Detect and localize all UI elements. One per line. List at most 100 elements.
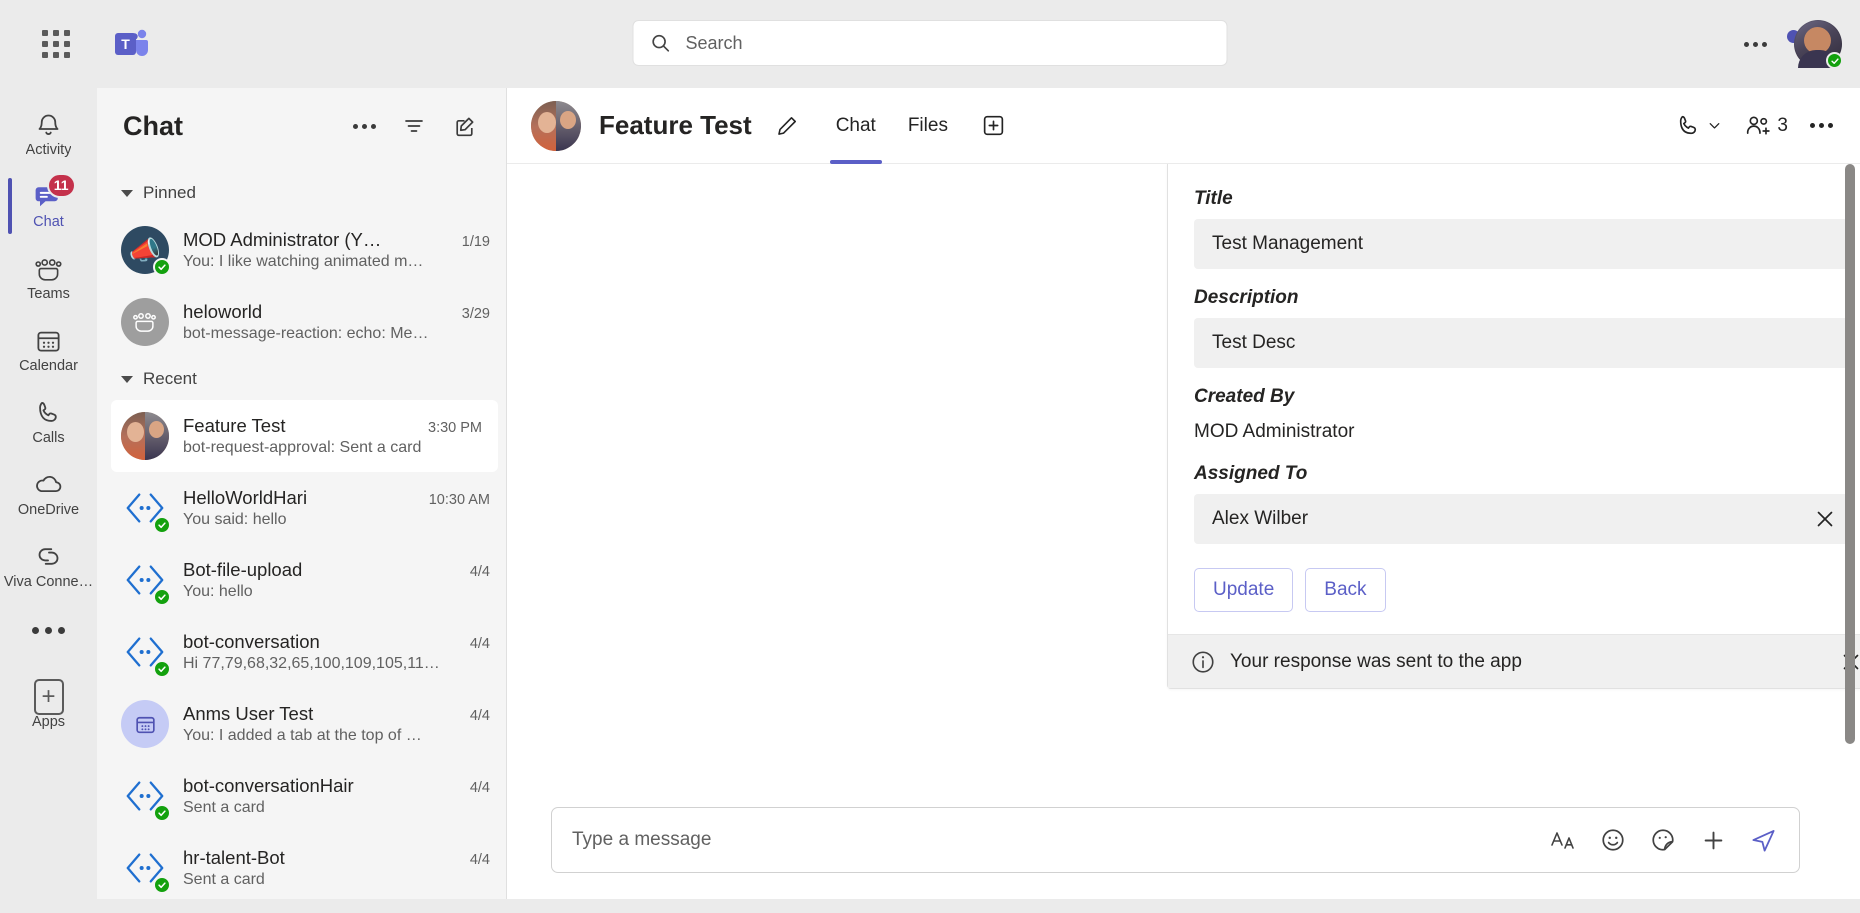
chat-item-name: Feature Test <box>183 415 286 436</box>
message-input[interactable]: Type a message <box>572 829 1535 851</box>
global-search[interactable]: Search <box>632 20 1228 66</box>
chat-list-item[interactable]: bot-conversationHair 4/4 Sent a card <box>97 760 506 832</box>
message-scrollbar-thumb[interactable] <box>1845 164 1855 744</box>
avatar <box>121 628 171 678</box>
adaptive-card: Title Test Management Description Test D… <box>1167 164 1860 689</box>
avatar <box>121 298 169 346</box>
chat-group-header-recent[interactable]: Recent <box>97 358 506 400</box>
update-button[interactable]: Update <box>1194 568 1294 612</box>
app-launcher-icon[interactable] <box>36 24 76 64</box>
new-chat-icon[interactable] <box>444 106 484 146</box>
more-apps-icon[interactable] <box>0 602 97 658</box>
chat-list-item[interactable]: heloworld 3/29 bot-message-reaction: ech… <box>97 286 506 358</box>
more-options-icon[interactable] <box>1734 23 1776 65</box>
chat-group-header-pinned[interactable]: Pinned <box>97 172 506 214</box>
chat-list-item[interactable]: Bot-file-upload 4/4 You: hello <box>97 544 506 616</box>
chat-item-preview: Sent a card <box>183 871 265 888</box>
info-icon <box>1190 649 1216 675</box>
avatar <box>531 100 581 151</box>
cloud-icon <box>34 470 64 500</box>
search-input[interactable]: Search <box>632 20 1228 66</box>
tab-chat[interactable]: Chat <box>820 88 892 164</box>
sidebar-item-label: Calendar <box>19 358 78 374</box>
status-badge: 11 <box>46 172 76 198</box>
sidebar-item-calls[interactable]: Calls <box>0 386 97 458</box>
conversation-header: Feature Test Chat Files 3 <box>507 88 1860 164</box>
app-body: Activity 11 Chat Teams Calendar Calls On… <box>0 88 1860 899</box>
left-nav-rail: Activity 11 Chat Teams Calendar Calls On… <box>0 88 97 899</box>
conversation-more-options-icon[interactable] <box>1803 104 1840 148</box>
message-area[interactable]: Title Test Management Description Test D… <box>507 164 1860 791</box>
chat-list-item[interactable]: MOD Administrator (Y… 1/19 You: I like w… <box>97 214 506 286</box>
title-input[interactable]: Test Management <box>1194 219 1854 269</box>
viva-connections-icon <box>34 542 64 572</box>
description-input[interactable]: Test Desc <box>1194 318 1854 368</box>
chat-list-item[interactable]: hr-talent-Bot 4/4 Sent a card <box>97 832 506 899</box>
participants-count: 3 <box>1777 114 1788 136</box>
chat-item-timestamp: 4/4 <box>469 636 490 652</box>
sidebar-item-chat[interactable]: 11 Chat <box>0 170 97 242</box>
field-label-description: Description <box>1194 287 1299 308</box>
sticker-icon[interactable] <box>1641 818 1685 862</box>
tab-files[interactable]: Files <box>892 88 964 164</box>
sidebar-item-teams[interactable]: Teams <box>0 242 97 314</box>
chat-item-timestamp: 4/4 <box>469 708 490 724</box>
chat-item-timestamp: 4/4 <box>469 852 490 868</box>
avatar <box>121 700 169 748</box>
teams-logo-icon[interactable]: T <box>112 24 152 64</box>
top-bar-right <box>1734 0 1843 88</box>
sidebar-item-label: Viva Conne… <box>3 574 94 590</box>
participants-button[interactable]: 3 <box>1738 104 1795 148</box>
assigned-to-input[interactable]: Alex Wilber <box>1194 494 1854 544</box>
chat-item-timestamp: 4/4 <box>469 780 490 796</box>
send-icon[interactable] <box>1741 818 1785 862</box>
sidebar-item-label: Apps <box>31 714 66 730</box>
presence-available-icon <box>153 804 171 822</box>
sidebar-item-onedrive[interactable]: OneDrive <box>0 458 97 530</box>
chat-item-timestamp: 4/4 <box>469 564 490 580</box>
chevron-down-icon <box>1710 123 1720 129</box>
sidebar-item-calendar[interactable]: Calendar <box>0 314 97 386</box>
chat-list-item[interactable]: bot-conversation 4/4 Hi 77,79,68,32,65,1… <box>97 616 506 688</box>
search-icon <box>650 32 672 54</box>
call-button[interactable] <box>1669 104 1730 148</box>
avatar[interactable] <box>1794 20 1843 69</box>
sidebar-item-activity[interactable]: Activity <box>0 98 97 170</box>
sidebar-item-label: OneDrive <box>17 502 80 518</box>
chat-list-scroll[interactable]: Pinned MOD Administrator (Y… 1/19 <box>97 164 506 899</box>
sidebar-item-apps[interactable]: + Apps <box>0 670 97 742</box>
sidebar-item-viva-connections[interactable]: Viva Conne… <box>0 530 97 602</box>
presence-available-icon <box>153 516 171 534</box>
chat-list-item[interactable]: HelloWorldHari 10:30 AM You said: hello <box>97 472 506 544</box>
chat-item-name: Anms User Test <box>183 703 314 724</box>
photo-avatar-icon <box>121 412 169 460</box>
conversation-header-actions: 3 <box>1669 104 1840 148</box>
chat-list-item-selected[interactable]: Feature Test 3:30 PM bot-request-approva… <box>111 400 498 472</box>
field-label-assigned-to: Assigned To <box>1194 463 1308 484</box>
back-button[interactable]: Back <box>1305 568 1386 612</box>
chat-more-options-icon[interactable] <box>344 106 384 146</box>
compose-box[interactable]: Type a message <box>551 807 1800 873</box>
chevron-down-icon <box>121 189 133 197</box>
bell-icon <box>34 110 64 140</box>
avatar <box>121 412 169 460</box>
emoji-icon[interactable] <box>1591 818 1635 862</box>
card-notification-text: Your response was sent to the app <box>1230 650 1522 672</box>
compose-area: Type a message <box>507 791 1860 899</box>
clear-icon[interactable] <box>1812 506 1838 532</box>
group-avatar-icon <box>121 298 169 346</box>
format-icon[interactable] <box>1541 818 1585 862</box>
presence-available-icon <box>1826 52 1843 69</box>
description-input-value: Test Desc <box>1212 332 1296 353</box>
window-bottom-strip <box>0 899 1860 913</box>
assigned-to-input-value: Alex Wilber <box>1212 508 1309 529</box>
field-label-title: Title <box>1194 188 1233 209</box>
message-scrollbar[interactable] <box>1845 164 1855 744</box>
filter-icon[interactable] <box>394 106 434 146</box>
chat-list-item[interactable]: Anms User Test 4/4 You: I added a tab at… <box>97 688 506 760</box>
add-attachment-icon[interactable] <box>1691 818 1735 862</box>
add-tab-icon[interactable] <box>972 104 1016 148</box>
avatar <box>121 844 171 894</box>
pencil-icon[interactable] <box>766 105 808 147</box>
tab-label: Chat <box>835 114 876 136</box>
